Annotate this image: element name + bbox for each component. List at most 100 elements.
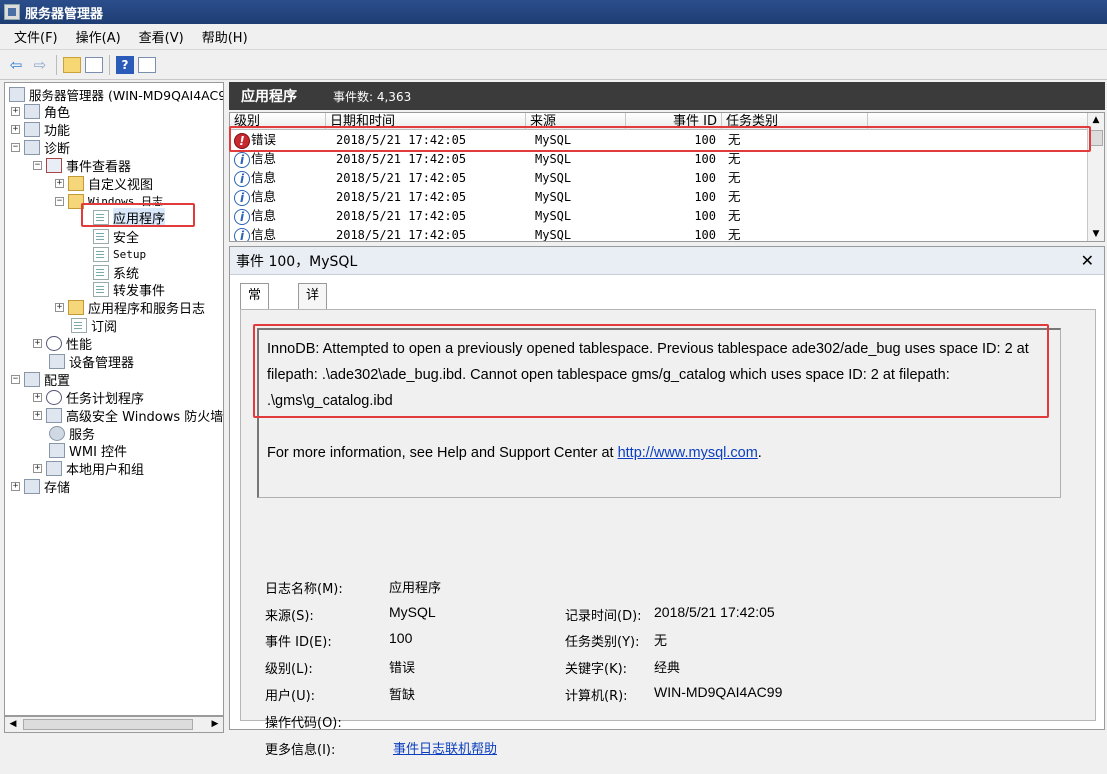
expand-icon[interactable]: +: [33, 392, 42, 402]
tree-item-firewall[interactable]: + 高级安全 Windows 防火墙: [33, 406, 223, 425]
table-row[interactable]: i 信息 2018/5/21 17:42:05 MySQL 100 无: [230, 225, 1088, 241]
wmi-icon: [49, 442, 65, 458]
log-icon: [93, 246, 109, 262]
scroll-left-icon[interactable]: ◀: [6, 718, 20, 731]
tree-item-configuration[interactable]: − 配置: [11, 370, 70, 389]
help-icon[interactable]: ?: [116, 55, 134, 74]
server-icon: [9, 86, 25, 102]
collapse-icon[interactable]: −: [55, 196, 64, 206]
scroll-up-icon[interactable]: ▲: [1088, 113, 1104, 127]
device-manager-icon: [49, 353, 65, 369]
info-icon: i: [234, 151, 250, 168]
pane-header: 应用程序 事件数: 4,363: [229, 82, 1105, 110]
tree-item-services[interactable]: 服务: [49, 424, 95, 443]
menu-help[interactable]: 帮助(H): [202, 27, 248, 46]
forward-arrow-icon[interactable]: ⇨: [30, 55, 50, 75]
folder-icon: [68, 175, 84, 191]
tree-item-event-viewer[interactable]: − 事件查看器: [33, 156, 131, 175]
tree-item-subscriptions[interactable]: 订阅: [71, 316, 117, 335]
tree-item-wmi[interactable]: WMI 控件: [49, 441, 127, 460]
detail-title: 事件 100，MySQL: [236, 253, 358, 270]
tree-item-task-scheduler[interactable]: + 任务计划程序: [33, 388, 144, 407]
clock-icon: [46, 389, 62, 405]
collapse-icon[interactable]: −: [11, 374, 20, 384]
tab-details[interactable]: 详细信息: [298, 283, 328, 375]
expand-icon[interactable]: +: [55, 178, 64, 188]
tree-item-app-service-logs[interactable]: + 应用程序和服务日志: [55, 298, 205, 317]
scroll-down-icon[interactable]: ▼: [1088, 227, 1104, 241]
collapse-icon[interactable]: −: [11, 142, 20, 152]
server-manager-icon: [4, 4, 20, 20]
tree-root[interactable]: 服务器管理器 (WIN-MD9QAI4AC9: [9, 85, 223, 103]
show-hide-tree-icon[interactable]: [85, 56, 103, 73]
tree-item-local-users[interactable]: + 本地用户和组: [33, 459, 144, 478]
users-icon: [46, 460, 62, 476]
folder-icon: [68, 299, 84, 315]
info-icon: i: [234, 208, 250, 225]
highlight-box: [253, 324, 1049, 418]
highlight-box: [229, 126, 1091, 152]
tree-item-device-manager[interactable]: 设备管理器: [49, 352, 134, 371]
tree-item-custom-views[interactable]: + 自定义视图: [55, 174, 153, 193]
expand-icon[interactable]: +: [33, 463, 42, 473]
tree-item-system[interactable]: 系统: [93, 263, 139, 282]
menu-action[interactable]: 操作(A): [76, 27, 121, 46]
event-detail-pane: 事件 100，MySQL ✕ 常规 详细信息 InnoDB: Attempted…: [229, 246, 1105, 758]
collapse-icon[interactable]: −: [33, 160, 42, 170]
menu-file[interactable]: 文件(F): [14, 27, 58, 46]
table-row[interactable]: i 信息 2018/5/21 17:42:05 MySQL 100 无: [230, 206, 1088, 225]
expand-icon[interactable]: +: [33, 338, 42, 348]
expand-icon[interactable]: +: [11, 124, 20, 134]
tree-horizontal-scrollbar[interactable]: ◀ ▶: [4, 716, 224, 733]
scroll-right-icon[interactable]: ▶: [208, 718, 222, 731]
tree-item-storage[interactable]: + 存储: [11, 477, 70, 496]
firewall-icon: [46, 407, 62, 423]
window-title: 服务器管理器: [25, 6, 104, 22]
toolbar-separator: [109, 54, 110, 75]
event-count: 事件数: 4,363: [333, 89, 412, 104]
scroll-thumb[interactable]: [1089, 130, 1103, 146]
close-icon[interactable]: ✕: [1081, 251, 1094, 270]
back-arrow-icon[interactable]: ⇦: [6, 55, 26, 75]
tab-general[interactable]: 常规: [240, 283, 270, 327]
roles-icon: [24, 103, 40, 119]
services-gear-icon: [49, 425, 65, 441]
tree-item-setup[interactable]: Setup: [93, 245, 146, 263]
event-viewer-icon: [46, 157, 62, 173]
highlight-box: [81, 203, 195, 227]
features-icon: [24, 121, 40, 137]
log-icon: [93, 228, 109, 244]
expand-icon[interactable]: +: [33, 410, 42, 420]
log-icon: [93, 281, 109, 297]
log-icon: [93, 264, 109, 280]
event-properties: 日志名称(M): 应用程序 来源(S): MySQL 记录时间(D): 2018…: [265, 581, 783, 758]
event-log-online-help-link[interactable]: 事件日志联机帮助: [393, 742, 497, 757]
scroll-thumb[interactable]: [23, 719, 193, 730]
info-icon: i: [234, 170, 250, 187]
diagnostics-icon: [24, 139, 40, 155]
navigation-tree: 服务器管理器 (WIN-MD9QAI4AC9 + 角色 + 功能 − 诊断 − 事件查看…: [4, 82, 224, 716]
toolbar: ⇦ ⇨ ?: [0, 50, 1107, 80]
toolbar-separator: [56, 54, 57, 75]
show-hide-action-pane-icon[interactable]: [138, 56, 156, 73]
performance-icon: [46, 335, 62, 351]
expand-icon[interactable]: +: [55, 302, 64, 312]
tree-item-diagnostics[interactable]: − 诊断: [11, 138, 70, 157]
expand-icon[interactable]: +: [11, 106, 20, 116]
table-row[interactable]: i 信息 2018/5/21 17:42:05 MySQL 100 无: [230, 168, 1088, 187]
tree-item-performance[interactable]: + 性能: [33, 334, 92, 353]
tree-item-security[interactable]: 安全: [93, 227, 139, 246]
tree-item-forwarded-events[interactable]: 转发事件: [93, 280, 165, 299]
tree-item-roles[interactable]: + 角色: [11, 102, 70, 121]
subscription-icon: [71, 317, 87, 333]
expand-icon[interactable]: +: [11, 481, 20, 491]
configuration-icon: [24, 371, 40, 387]
detail-header: 事件 100，MySQL ✕: [230, 247, 1104, 275]
up-folder-icon[interactable]: [63, 56, 81, 73]
title-bar: 服务器管理器: [0, 0, 1107, 24]
table-row[interactable]: i 信息 2018/5/21 17:42:05 MySQL 100 无: [230, 187, 1088, 206]
tree-item-features[interactable]: + 功能: [11, 120, 70, 139]
mysql-link[interactable]: http://www.mysql.com: [618, 445, 758, 461]
pane-title: 应用程序: [241, 89, 297, 105]
menu-view[interactable]: 查看(V): [139, 27, 184, 46]
